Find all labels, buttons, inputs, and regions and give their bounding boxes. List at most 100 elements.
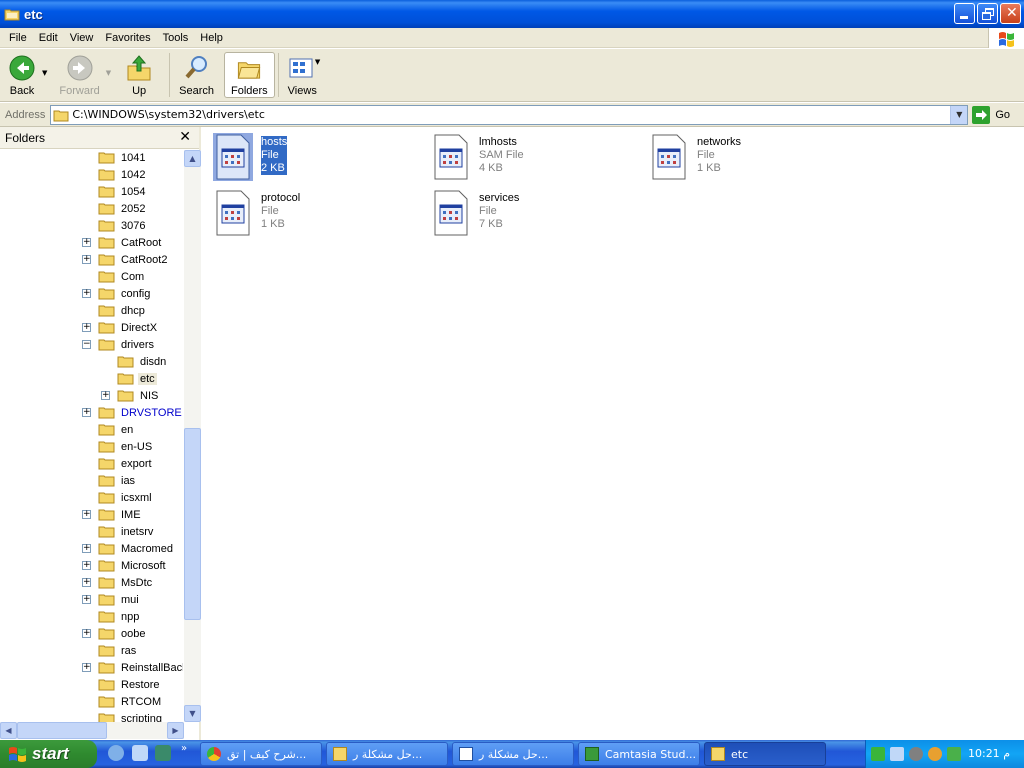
expand-icon[interactable]: + [82,408,91,417]
folder-tree-item[interactable]: 1042 [98,166,147,183]
horizontal-scrollbar[interactable]: ◀ ▶ [0,722,184,739]
forward-dropdown-icon[interactable]: ▼ [106,69,111,77]
file-item-lmhosts[interactable]: lmhosts SAM File 4 KB [431,133,641,185]
folder-tree-item[interactable]: disdn [117,353,168,370]
scroll-thumb[interactable] [184,428,201,620]
views-button[interactable]: Views [282,52,323,98]
folder-tree-item[interactable]: + CatRoot [82,234,163,251]
folder-tree-item[interactable]: 3076 [98,217,147,234]
address-dropdown-icon[interactable]: ▼ [950,105,968,124]
folder-tree-item[interactable]: etc [117,370,157,387]
expand-icon[interactable]: + [82,578,91,587]
menu-view[interactable]: View [64,32,100,44]
menu-file[interactable]: File [3,32,33,44]
quicklaunch-browser-icon[interactable] [132,745,148,761]
menu-tools[interactable]: Tools [157,32,195,44]
title-bar[interactable]: etc ✕ [0,0,1024,28]
address-input[interactable]: C:\WINDOWS\system32\drivers\etc ▼ [50,104,969,125]
close-button[interactable]: ✕ [1000,3,1021,24]
expand-icon[interactable]: + [82,255,91,264]
expand-icon[interactable]: + [101,391,110,400]
file-item-services[interactable]: services File 7 KB [431,189,641,241]
taskbar-button-word[interactable]: حل مشكلة ر... [452,742,574,766]
folders-button[interactable]: Folders [223,52,275,98]
expand-icon[interactable]: + [82,629,91,638]
expand-icon[interactable]: + [82,561,91,570]
restore-button[interactable] [977,3,998,24]
folder-tree-item[interactable]: + IME [82,506,143,523]
update-icon[interactable] [947,747,961,761]
forward-button[interactable]: Forward [53,52,105,98]
folder-tree-item[interactable]: en-US [98,438,154,455]
file-item-networks[interactable]: networks File 1 KB [649,133,859,185]
folder-tree-item[interactable]: ras [98,642,138,659]
close-pane-icon[interactable]: ✕ [179,128,191,145]
folder-tree-item[interactable]: + CatRoot2 [82,251,169,268]
folder-tree-item[interactable]: ias [98,472,137,489]
menu-favorites[interactable]: Favorites [99,32,156,44]
folder-tree-item[interactable]: + Microsoft [82,557,168,574]
folder-tree-item[interactable]: dhcp [98,302,147,319]
network-icon[interactable] [890,747,904,761]
expand-icon[interactable]: + [82,544,91,553]
folder-tree-item[interactable]: + ReinstallBacku [82,659,183,676]
taskbar-button-chrome[interactable]: شرح كيف | تق... [200,742,322,766]
folder-tree-item[interactable]: − drivers [82,336,156,353]
scroll-thumb[interactable] [17,722,107,739]
folder-tree-item[interactable]: Com [98,268,146,285]
up-button[interactable]: Up [119,52,159,98]
folder-tree-item[interactable]: inetsrv [98,523,155,540]
volume-icon[interactable] [909,747,923,761]
quicklaunch-app-icon[interactable] [155,745,171,761]
folder-tree-item[interactable]: scripting [98,710,164,722]
settings-icon[interactable] [928,747,942,761]
scroll-up-button[interactable]: ▲ [184,150,201,167]
folder-tree-item[interactable]: + MsDtc [82,574,154,591]
scroll-down-button[interactable]: ▼ [184,705,201,722]
menu-edit[interactable]: Edit [33,32,64,44]
collapse-icon[interactable]: − [82,340,91,349]
expand-icon[interactable]: + [82,323,91,332]
scroll-left-button[interactable]: ◀ [0,722,17,739]
go-button[interactable]: Go [972,105,1010,124]
back-dropdown-icon[interactable]: ▼ [42,69,47,77]
minimize-button[interactable] [954,3,975,24]
vertical-scrollbar[interactable]: ▲ ▼ [184,150,201,722]
folder-tree-item[interactable]: 2052 [98,200,147,217]
taskbar-button-folder[interactable]: حل مشكلة ر... [326,742,448,766]
language-icon[interactable] [871,747,885,761]
folder-tree-item[interactable]: icsxml [98,489,154,506]
folder-tree-item[interactable]: + mui [82,591,141,608]
expand-icon[interactable]: + [82,238,91,247]
folder-tree-item[interactable]: + config [82,285,152,302]
folder-tree-item[interactable]: 1054 [98,183,147,200]
taskbar-button-camtasia[interactable]: Camtasia Stud... [578,742,700,766]
folder-tree-item[interactable]: Restore [98,676,162,693]
taskbar-button-etc[interactable]: etc [704,742,826,766]
folder-tree-item[interactable]: 1041 [98,150,147,166]
start-button[interactable]: start [0,740,97,768]
expand-icon[interactable]: + [82,595,91,604]
folder-tree-item[interactable]: + Macromed [82,540,175,557]
menu-help[interactable]: Help [194,32,229,44]
folder-tree-item[interactable]: en [98,421,135,438]
search-button[interactable]: Search [173,52,220,98]
expand-icon[interactable]: + [82,663,91,672]
folder-tree-item[interactable]: export [98,455,154,472]
folder-tree-item[interactable]: + DRVSTORE [82,404,183,421]
folder-tree-item[interactable]: + oobe [82,625,147,642]
quicklaunch-expand-icon[interactable]: » [181,743,187,754]
file-item-protocol[interactable]: protocol File 1 KB [213,189,423,241]
expand-icon[interactable]: + [82,289,91,298]
scroll-right-button[interactable]: ▶ [167,722,184,739]
folder-tree-item[interactable]: + NIS [101,387,160,404]
folder-tree[interactable]: 1041 1042 1054 2052 3076 + CatRoot + CatRoot2 Com… [0,150,183,722]
quicklaunch-messenger-icon[interactable] [108,745,124,761]
back-button[interactable]: Back [2,52,42,98]
folder-tree-item[interactable]: RTCOM [98,693,163,710]
folder-tree-item[interactable]: + DirectX [82,319,159,336]
file-list[interactable]: hosts File 2 KB lmhosts SAM File 4 KB ne… [203,127,1024,740]
folder-tree-item[interactable]: npp [98,608,141,625]
expand-icon[interactable]: + [82,510,91,519]
file-item-hosts[interactable]: hosts File 2 KB [213,133,423,185]
